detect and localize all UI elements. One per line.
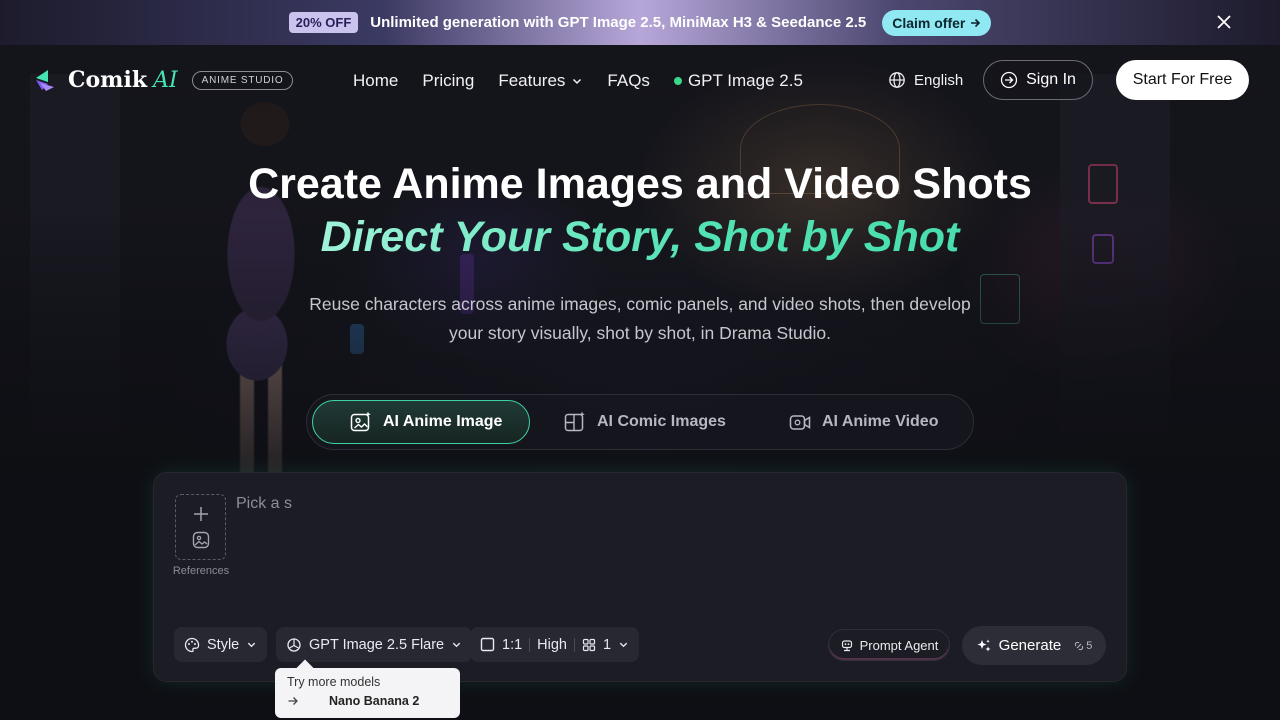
sparkles-icon (977, 639, 991, 651)
credit-icon (1075, 641, 1084, 650)
style-selector[interactable]: Style (174, 627, 268, 662)
style-label: Style (207, 636, 240, 653)
nav-model[interactable]: GPT Image 2.5 (673, 71, 803, 91)
nav-pricing[interactable]: Pricing (422, 71, 474, 91)
close-icon[interactable] (1214, 12, 1234, 32)
nav-home[interactable]: Home (353, 71, 398, 91)
claim-offer-button[interactable]: Claim offer (882, 9, 992, 36)
credit-cost-value: 5 (1086, 639, 1093, 652)
main-nav: Home Pricing Features FAQs GPT Image 2.5 (353, 71, 827, 91)
image-count-value: 1 (603, 636, 612, 653)
image-icon (192, 531, 209, 549)
plus-icon (193, 507, 208, 521)
claim-offer-label: Claim offer (892, 14, 966, 31)
anime-character-figure (195, 84, 325, 474)
prompt-agent-label: Prompt Agent (859, 637, 939, 653)
chevron-down-icon (573, 78, 582, 85)
generate-button[interactable]: Generate 5 (962, 626, 1106, 665)
chevron-down-icon (619, 642, 628, 648)
discount-badge: 20% OFF (288, 12, 359, 33)
divider (529, 637, 531, 652)
site-header: Comik AI ANIME STUDIO Home Pricing Featu… (0, 45, 1280, 117)
suggested-model-link[interactable]: Nano Banana 2 (287, 694, 448, 708)
tooltip-title: Try more models (287, 675, 381, 689)
logo-ai: AI (153, 67, 178, 93)
nav-features[interactable]: Features (498, 71, 583, 91)
logo-name: Comik (68, 67, 148, 93)
logo-mark-icon (36, 70, 54, 91)
tab-ai-anime-image[interactable]: AI Anime Image (312, 400, 530, 444)
logo[interactable]: Comik AI ANIME STUDIO (32, 67, 294, 93)
model-label: GPT Image 2.5 Flare (309, 636, 445, 653)
globe-icon (889, 72, 905, 88)
hero-title: Create Anime Images and Video Shots (248, 160, 1032, 208)
language-label: English (914, 71, 964, 89)
output-settings-selector[interactable]: 1:1 High 1 (470, 627, 640, 662)
quality-value: High (537, 636, 567, 653)
more-models-tooltip: Try more models Nano Banana 2 (275, 668, 460, 718)
references-label: References (172, 565, 230, 577)
palette-icon (184, 637, 200, 652)
promo-text: Unlimited generation with GPT Image 2.5,… (370, 14, 867, 31)
credit-cost: 5 (1074, 640, 1092, 652)
hero-description: Reuse characters across anime images, co… (309, 294, 971, 343)
prompt-input[interactable] (236, 495, 1096, 615)
suggested-model-name: Nano Banana 2 (329, 694, 420, 708)
aspect-ratio-value: 1:1 (502, 636, 523, 653)
grid-icon (582, 638, 596, 651)
prompt-panel: References Style GPT Image 2.5 Flare 1:1… (153, 472, 1127, 682)
anime-studio-badge: ANIME STUDIO (191, 70, 294, 90)
status-dot (673, 77, 682, 85)
arrow-right-icon (288, 697, 298, 705)
comic-panels-icon (564, 411, 585, 432)
tab-ai-comic-images[interactable]: AI Comic Images (563, 400, 726, 444)
nav-faqs[interactable]: FAQs (607, 71, 650, 91)
square-ratio-icon (480, 637, 495, 652)
robot-icon (841, 640, 852, 652)
add-reference-button[interactable] (175, 494, 226, 560)
sign-in-button[interactable]: Sign In (983, 60, 1093, 100)
video-camera-icon (789, 415, 811, 430)
tab-ai-anime-image-label: AI Anime Image (383, 413, 503, 430)
nav-features-label: Features (498, 71, 566, 90)
openai-icon (287, 637, 301, 652)
mode-tabs: AI Anime Image AI Comic Images AI Anime … (306, 394, 974, 450)
arrow-right-icon (971, 18, 981, 27)
tab-ai-comic-images-label: AI Comic Images (597, 413, 726, 430)
sign-in-label: Sign In (1026, 71, 1076, 88)
start-for-free-button[interactable]: Start For Free (1116, 60, 1249, 100)
language-selector[interactable]: English (888, 71, 963, 89)
model-selector[interactable]: GPT Image 2.5 Flare (276, 627, 473, 662)
chevron-down-icon (248, 642, 256, 648)
promo-banner: 20% OFF Unlimited generation with GPT Im… (0, 0, 1280, 45)
sign-in-icon (1000, 71, 1018, 89)
hero-subtitle: Direct Your Story, Shot by Shot (0, 213, 1280, 262)
tab-ai-anime-video[interactable]: AI Anime Video (788, 400, 938, 444)
tab-ai-anime-video-label: AI Anime Video (822, 413, 939, 430)
nav-model-label: GPT Image 2.5 (687, 71, 803, 90)
prompt-agent-button[interactable]: Prompt Agent (828, 629, 950, 661)
generate-label: Generate (998, 637, 1062, 654)
divider (574, 637, 575, 652)
chevron-down-icon (452, 642, 461, 648)
image-sparkle-icon (350, 411, 371, 432)
